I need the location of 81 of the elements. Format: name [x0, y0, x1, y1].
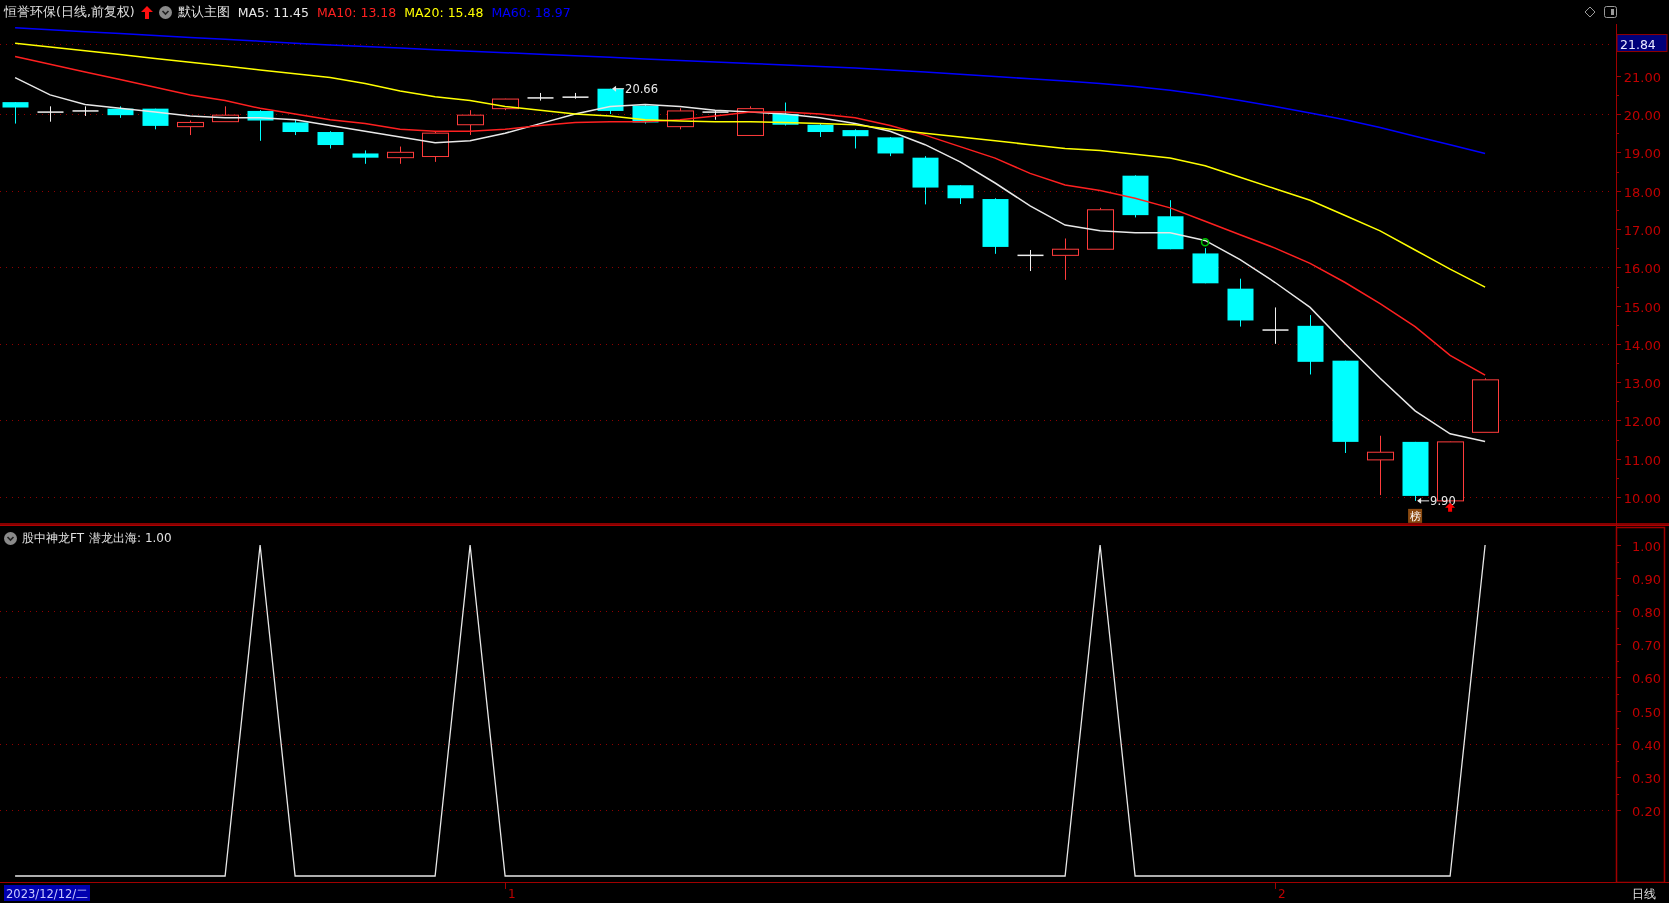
candlestick: [71, 105, 100, 117]
candlestick: [701, 109, 730, 121]
axis-label: 2: [1278, 887, 1286, 901]
candlestick: [422, 130, 449, 163]
candlestick: [912, 155, 939, 205]
diamond-icon[interactable]: [1584, 6, 1596, 18]
indicator-value: MA10: 13.18: [317, 4, 397, 20]
candlestick: [561, 92, 590, 100]
candlestick: [842, 128, 869, 149]
candlestick: [1261, 306, 1290, 345]
axis-label: 19.00: [1623, 145, 1661, 161]
price-annotation: 20.66: [625, 81, 658, 96]
axis-label: 14.00: [1623, 337, 1661, 353]
axis-label: 21.00: [1623, 69, 1661, 85]
axis-label: 11.00: [1623, 452, 1661, 468]
candlestick: [772, 102, 799, 126]
price-label: 21.84: [1616, 34, 1668, 53]
date-label: 2023/12/12/二: [4, 885, 90, 901]
arrow-up-icon: [140, 5, 153, 19]
candlestick: [212, 105, 239, 123]
candlestick: [1192, 247, 1219, 284]
candlestick: [1052, 238, 1079, 281]
candlestick: [282, 119, 309, 136]
axis-label: 18.00: [1623, 184, 1661, 200]
candlestick: [1297, 314, 1324, 375]
candlestick: [2, 101, 29, 125]
axis-label: 0.30: [1632, 770, 1661, 786]
template-label[interactable]: 默认主图: [177, 3, 230, 21]
axis-label: 16.00: [1623, 260, 1661, 276]
candlestick: [387, 146, 414, 165]
candlestick: [107, 105, 134, 119]
candlestick: [36, 105, 65, 123]
leader-line: [1417, 497, 1430, 504]
axis-label: 20.00: [1623, 107, 1661, 123]
candlestick: [807, 123, 834, 138]
axis-label: 0.80: [1632, 604, 1661, 620]
candlestick: [247, 109, 274, 142]
axis-label: 12.00: [1623, 413, 1661, 429]
candlestick: [457, 109, 484, 136]
candlestick: [982, 197, 1009, 255]
candlestick: [526, 92, 555, 102]
candlestick: [142, 108, 169, 130]
candlestick: [1122, 174, 1149, 218]
axis-label: 0.20: [1632, 803, 1661, 819]
axis-label: 0.40: [1632, 737, 1661, 753]
candlestick: [492, 98, 519, 111]
period-label[interactable]: 日线: [1632, 887, 1656, 901]
indicator-value: MA20: 15.48: [404, 4, 484, 20]
list-badge: 榜: [1408, 508, 1423, 524]
axis-label: 1: [508, 887, 516, 901]
candlestick: [1087, 207, 1114, 250]
candlestick: [1016, 249, 1045, 272]
axis-label: 15.00: [1623, 299, 1661, 315]
axis-label: 0.90: [1632, 571, 1661, 587]
indicator-reading: 潜龙出海: 1.00: [89, 530, 172, 547]
candlestick: [317, 130, 344, 149]
panel-icon[interactable]: [1604, 6, 1617, 18]
leader-line: [612, 85, 625, 92]
indicator-name[interactable]: 股中神龙FT: [22, 530, 85, 547]
axis-label: 10.00: [1623, 490, 1661, 506]
candlestick: [1227, 278, 1254, 328]
candlestick: [947, 184, 974, 205]
chart-title: 恒誉环保(日线,前复权): [4, 3, 135, 21]
axis-label: 1.00: [1632, 538, 1661, 554]
candlestick: [1157, 199, 1184, 250]
axis-label: 0.60: [1632, 670, 1661, 686]
axis-label: 0.70: [1632, 637, 1661, 653]
candlestick: [352, 149, 379, 165]
candlestick: [1472, 377, 1499, 433]
dropdown-icon[interactable]: [158, 5, 172, 19]
indicator-value: MA60: 18.97: [491, 4, 571, 20]
candlestick: [877, 136, 904, 157]
candlestick: [1402, 441, 1429, 502]
candlestick: [737, 105, 764, 136]
candlestick: [177, 120, 204, 136]
candlestick: [1367, 435, 1394, 496]
dropdown-icon[interactable]: [4, 532, 17, 545]
indicator-value: MA5: 11.45: [237, 4, 309, 20]
axis-label: 0.50: [1632, 704, 1661, 720]
axis-label: 13.00: [1623, 375, 1661, 391]
axis-label: 17.00: [1623, 222, 1661, 238]
